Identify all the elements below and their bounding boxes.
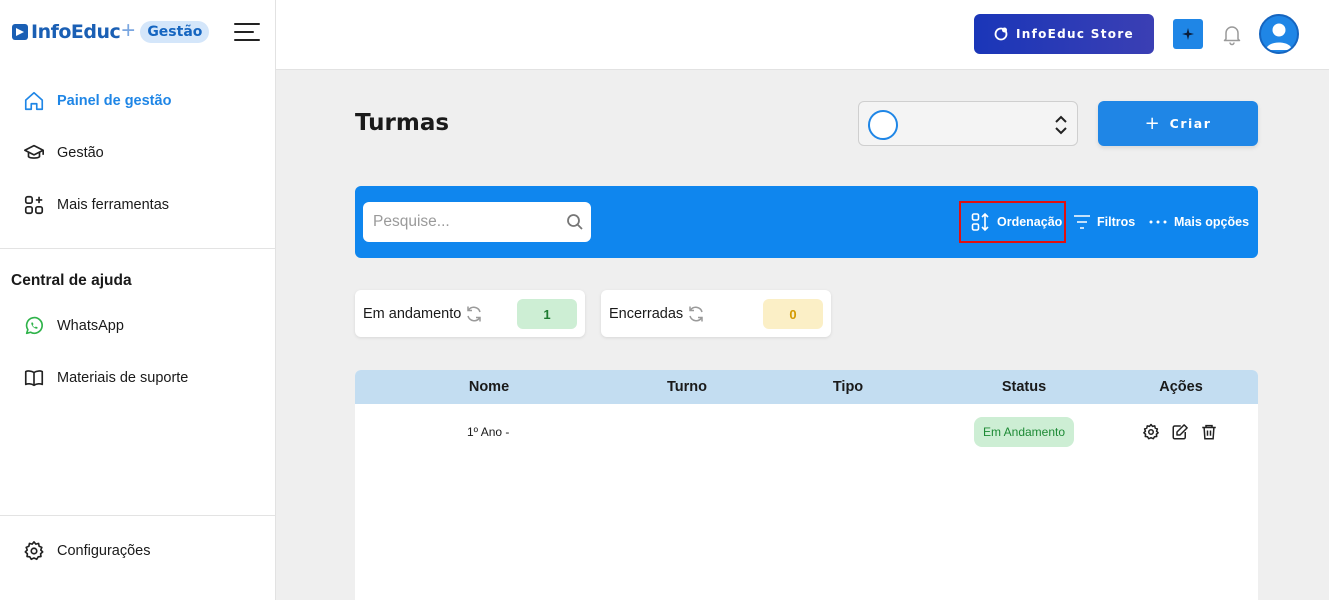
graduation-cap-icon — [22, 141, 46, 165]
sidebar-item-label: Materiais de suporte — [57, 370, 189, 386]
sidebar-item-label: Configurações — [57, 543, 151, 559]
store-button[interactable]: InfoEduc Store — [974, 14, 1154, 54]
apps-grid-icon — [22, 193, 46, 217]
school-select[interactable] — [858, 101, 1078, 146]
column-header-status[interactable]: Status — [1002, 379, 1046, 395]
sidebar-item-label: Painel de gestão — [57, 93, 172, 109]
sidebar-item-label: Gestão — [57, 145, 104, 161]
status-count-badge: 1 — [517, 299, 577, 329]
status-badge: Em Andamento — [974, 417, 1074, 447]
top-header: InfoEduc Store — [276, 0, 1329, 70]
more-dots-icon — [1148, 219, 1168, 225]
column-header-turno[interactable]: Turno — [667, 379, 707, 395]
sidebar: InfoEduc + Gestão Painel de gestão Gestã… — [0, 0, 276, 600]
store-button-label: InfoEduc Store — [1016, 27, 1134, 41]
logo-badge: Gestão — [140, 21, 210, 43]
whatsapp-icon — [22, 314, 46, 338]
create-button[interactable]: + Criar — [1098, 101, 1258, 146]
app-logo[interactable]: InfoEduc + Gestão — [12, 17, 210, 46]
sort-button[interactable]: Ordenação — [959, 201, 1066, 243]
column-header-nome[interactable]: Nome — [469, 379, 509, 395]
status-card-encerradas[interactable]: Encerradas 0 — [601, 290, 831, 337]
logo-mark-icon — [12, 24, 28, 40]
gear-icon — [22, 539, 46, 563]
sidebar-item-gestao[interactable]: Gestão — [22, 141, 104, 165]
trash-icon[interactable] — [1200, 423, 1218, 441]
sidebar-item-label: Mais ferramentas — [57, 197, 170, 213]
filter-button[interactable]: Filtros — [1073, 202, 1135, 242]
sort-icon — [971, 212, 991, 232]
toolbar: Ordenação Filtros Mais opções — [355, 186, 1258, 258]
sidebar-divider — [0, 515, 276, 516]
search-icon[interactable] — [566, 213, 584, 231]
sidebar-item-painel[interactable]: Painel de gestão — [22, 89, 171, 113]
status-card-label: Encerradas — [609, 305, 684, 322]
settings-gear-icon[interactable] — [1142, 423, 1160, 441]
page-title: Turmas — [355, 110, 450, 136]
home-icon — [22, 89, 46, 113]
logo-plus-icon: + — [121, 17, 136, 44]
sparkle-icon — [1182, 28, 1194, 40]
help-section-title: Central de ajuda — [11, 272, 132, 289]
sidebar-item-materiais[interactable]: Materiais de suporte — [22, 366, 188, 390]
sidebar-divider — [0, 248, 276, 249]
classes-table: Nome Turno Tipo Status Ações 1º Ano - Em… — [355, 370, 1258, 600]
sidebar-item-ferramentas[interactable]: Mais ferramentas — [22, 193, 169, 217]
search-input[interactable] — [363, 202, 553, 242]
sidebar-item-configuracoes[interactable]: Configurações — [22, 539, 151, 563]
school-logo-placeholder — [868, 110, 898, 140]
sort-button-label: Ordenação — [997, 215, 1063, 229]
store-icon — [994, 27, 1008, 41]
create-button-label: Criar — [1169, 116, 1212, 131]
chevron-updown-icon — [1053, 114, 1069, 136]
sidebar-item-label: WhatsApp — [57, 318, 124, 334]
filter-icon — [1073, 214, 1091, 230]
filter-button-label: Filtros — [1097, 215, 1136, 229]
more-options-button[interactable]: Mais opções — [1148, 202, 1249, 242]
user-avatar[interactable] — [1259, 14, 1299, 54]
refresh-icon[interactable] — [686, 304, 706, 324]
sidebar-item-whatsapp[interactable]: WhatsApp — [22, 314, 124, 338]
logo-text: InfoEduc — [31, 21, 121, 43]
status-card-em-andamento[interactable]: Em andamento 1 — [355, 290, 585, 337]
menu-toggle-button[interactable] — [234, 22, 260, 42]
status-count-badge: 0 — [763, 299, 823, 329]
edit-icon[interactable] — [1171, 423, 1189, 441]
cell-nome: 1º Ano - — [467, 425, 510, 439]
book-icon — [22, 366, 46, 390]
search-box — [363, 202, 591, 242]
refresh-icon[interactable] — [464, 304, 484, 324]
table-header: Nome Turno Tipo Status Ações — [355, 370, 1258, 404]
user-icon — [1266, 23, 1292, 50]
column-header-tipo[interactable]: Tipo — [833, 379, 863, 395]
column-header-acoes: Ações — [1159, 379, 1203, 395]
notifications-bell-icon[interactable] — [1220, 22, 1244, 46]
more-options-label: Mais opções — [1174, 215, 1250, 229]
status-card-label: Em andamento — [363, 305, 462, 322]
magic-assistant-button[interactable] — [1173, 19, 1203, 49]
plus-icon: + — [1144, 113, 1160, 134]
